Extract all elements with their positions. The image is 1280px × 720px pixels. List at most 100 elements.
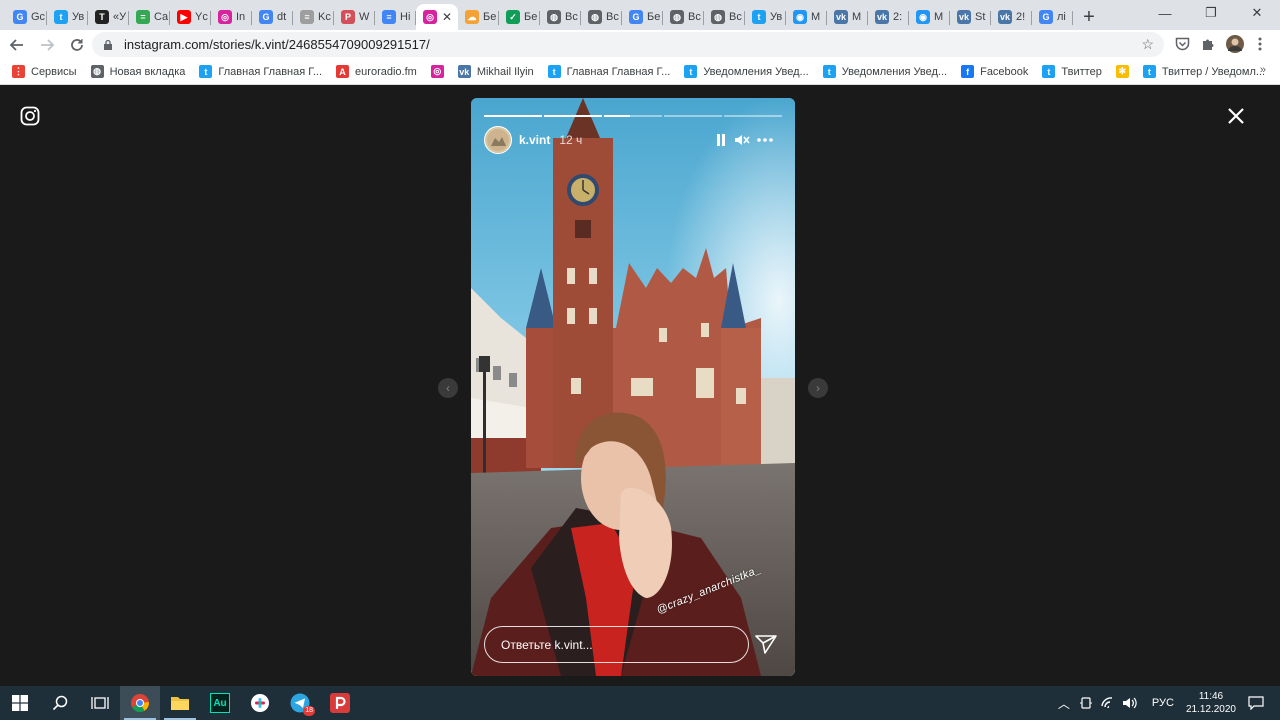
taskbar-telegram[interactable]: 18: [280, 686, 320, 720]
input-language-indicator[interactable]: РУС: [1152, 697, 1174, 709]
close-tab-icon[interactable]: ✕: [442, 10, 452, 24]
browser-tab[interactable]: vk 2!: [991, 4, 1032, 30]
chevron-left-icon: ‹: [446, 381, 450, 395]
forward-button[interactable]: [34, 32, 60, 58]
maximize-button[interactable]: ❐: [1188, 0, 1234, 26]
pause-icon[interactable]: [712, 132, 730, 148]
bookmark-item[interactable]: t Уведомления Увед...: [684, 65, 809, 78]
facebook-icon: f: [961, 65, 975, 78]
globe-icon: ◍: [547, 10, 561, 24]
taskbar-audition[interactable]: Au: [200, 686, 240, 720]
browser-tab[interactable]: ◍ Вс: [540, 4, 581, 30]
bookmark-item[interactable]: vk Mikhail Ilyin: [457, 65, 534, 78]
device-icon[interactable]: [1076, 696, 1096, 710]
close-window-button[interactable]: ✕: [1234, 0, 1280, 26]
bookmark-label: Уведомления Увед...: [841, 65, 948, 78]
next-story-button[interactable]: ›: [808, 378, 828, 398]
browser-tab[interactable]: vk М: [827, 4, 868, 30]
wifi-icon[interactable]: [1098, 696, 1118, 710]
browser-tab[interactable]: ◍ Вс: [663, 4, 704, 30]
browser-tab[interactable]: ▶ Yc: [170, 4, 211, 30]
story-author-avatar[interactable]: [484, 126, 512, 154]
browser-tab[interactable]: ✓ Бе: [499, 4, 540, 30]
browser-tab[interactable]: ☁ Бе: [458, 4, 499, 30]
browser-tab[interactable]: T «У: [88, 4, 129, 30]
bookmark-item[interactable]: f Facebook: [961, 65, 1028, 78]
taskbar-chrome[interactable]: [120, 686, 160, 720]
twitter-icon: t: [54, 10, 68, 24]
browser-tab[interactable]: vk 2:: [868, 4, 909, 30]
bookmark-item[interactable]: t Уведомления Увед...: [822, 65, 948, 78]
tab-title: Бе: [483, 11, 497, 23]
taskbar-file-explorer[interactable]: [160, 686, 200, 720]
browser-tab[interactable]: ◍ Вс: [704, 4, 745, 30]
tab-title: Вс: [606, 11, 619, 23]
reply-input[interactable]: Ответьте k.vint...: [484, 626, 749, 663]
address-bar[interactable]: instagram.com/stories/k.vint/24685547090…: [92, 32, 1164, 57]
muted-speaker-icon[interactable]: [733, 132, 751, 148]
bookmark-item[interactable]: ⋮ Сервисы: [12, 65, 77, 78]
bookmark-item[interactable]: ◎: [430, 65, 444, 78]
send-direct-icon[interactable]: [753, 631, 779, 657]
browser-tab[interactable]: t Ув: [47, 4, 88, 30]
volume-icon[interactable]: [1120, 696, 1140, 710]
instagram-icon: ◎: [218, 10, 232, 24]
window-controls: — ❐ ✕: [1142, 0, 1280, 26]
bookmark-star-icon[interactable]: ☆: [1141, 36, 1154, 53]
previous-story-button[interactable]: ‹: [438, 378, 458, 398]
action-center-icon[interactable]: [1246, 696, 1266, 710]
browser-tab[interactable]: t Ув: [745, 4, 786, 30]
browser-tab[interactable]: ◉ М: [786, 4, 827, 30]
bookmark-label: Новая вкладка: [109, 65, 186, 78]
bookmark-item[interactable]: ✻: [1115, 65, 1129, 78]
close-story-icon[interactable]: [1226, 106, 1246, 126]
tab-active[interactable]: ◎ ✕: [416, 4, 458, 30]
extensions-puzzle-icon[interactable]: [1198, 34, 1218, 54]
browser-tab[interactable]: Gdt: [252, 4, 293, 30]
taskbar-pocket-casts[interactable]: [320, 686, 360, 720]
profile-avatar[interactable]: [1225, 34, 1245, 54]
story-card[interactable]: k.vint 12 ч @crazy_anarchistka_ Ответьте…: [471, 98, 795, 676]
tab-strip: G Gc t Ув T «У = Ca ▶ Yc ◎ In Gdt ≡ Kc P W ≡ Hi ◎ ✕ ☁ Бе ✓ Бе ◍ Вс…: [0, 0, 1280, 30]
system-clock[interactable]: 11:46 21.12.2020: [1186, 690, 1236, 716]
browser-tab[interactable]: ◎ In: [211, 4, 252, 30]
bookmark-item[interactable]: t Твиттер / Уведомл...: [1142, 65, 1265, 78]
reload-button[interactable]: [64, 32, 90, 58]
taskbar-search-button[interactable]: [40, 686, 80, 720]
browser-tab[interactable]: ≡ Kc: [293, 4, 334, 30]
browser-tab[interactable]: G Gc: [6, 4, 47, 30]
bookmark-item[interactable]: Aeuroradio.fm: [336, 65, 417, 78]
bookmark-label: euroradio.fm: [355, 65, 417, 78]
taskbar-slack[interactable]: [240, 686, 280, 720]
chrome-menu-icon[interactable]: [1250, 34, 1270, 54]
browser-tab[interactable]: Gлі: [1032, 4, 1073, 30]
youtube-icon: ▶: [177, 10, 191, 24]
bookmark-label: Mikhail Ilyin: [476, 65, 534, 78]
bookmark-item[interactable]: ◍ Новая вкладка: [90, 65, 186, 78]
bookmarks-bar: ⋮ Сервисы ◍ Новая вкладка t Главная Главная Г…: [0, 59, 1280, 85]
more-options-icon[interactable]: [756, 132, 774, 148]
story-author-username[interactable]: k.vint: [519, 133, 550, 147]
bookmark-item[interactable]: t Твиттер: [1042, 65, 1102, 78]
instagram-logo-icon[interactable]: [20, 106, 40, 126]
clock-time: 11:46: [1198, 691, 1224, 702]
bookmark-item[interactable]: t Главная Главная Г...: [547, 65, 670, 78]
task-view-button[interactable]: [80, 686, 120, 720]
back-button[interactable]: [4, 32, 30, 58]
browser-tab[interactable]: ◍ Вс: [581, 4, 622, 30]
browser-tab[interactable]: = Ca: [129, 4, 170, 30]
browser-tab[interactable]: G Бе: [622, 4, 663, 30]
browser-tab[interactable]: vk St: [950, 4, 991, 30]
new-tab-button[interactable]: +: [1075, 4, 1103, 30]
show-hidden-icons-button[interactable]: ︿: [1054, 695, 1074, 712]
instagram-icon: ◎: [423, 10, 437, 24]
windows-start-button[interactable]: [0, 686, 40, 720]
browser-tab[interactable]: ◉ М: [909, 4, 950, 30]
bookmark-item[interactable]: t Главная Главная Г...: [199, 65, 322, 78]
tab-title: 2!: [1016, 11, 1026, 23]
browser-tab[interactable]: ≡ Hi: [375, 4, 416, 30]
pocket-extension-icon[interactable]: [1172, 34, 1192, 54]
bookmarks-overflow-button[interactable]: »: [1260, 64, 1266, 76]
browser-tab[interactable]: PW: [334, 4, 375, 30]
minimize-button[interactable]: —: [1142, 0, 1188, 26]
